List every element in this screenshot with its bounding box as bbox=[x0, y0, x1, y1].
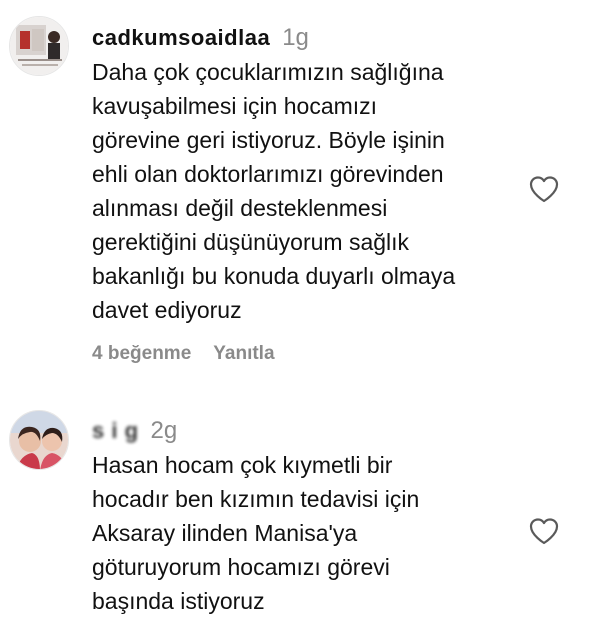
username[interactable]: cadkumsoaidlaa bbox=[92, 25, 270, 51]
heart-outline-icon bbox=[529, 176, 559, 203]
comment-line: bakanlığı bu konuda duyarlı olmaya bbox=[92, 263, 456, 289]
like-button[interactable] bbox=[528, 174, 560, 204]
comment-line: Aksaray ilinden Manisa'ya bbox=[92, 520, 358, 546]
comment-line: görevine geri istiyoruz. Böyle işinin bbox=[92, 127, 445, 153]
avatar[interactable] bbox=[9, 16, 69, 76]
comment-line: ehli olan doktorlarımızı görevinden bbox=[92, 161, 444, 187]
comment-line: Hasan hocam çok kıymetli bir bbox=[92, 452, 393, 478]
comment-line: alınması değil desteklenmesi bbox=[92, 195, 388, 221]
heart-outline-icon bbox=[529, 518, 559, 545]
likes-count-button[interactable]: 4 beğenme bbox=[92, 343, 191, 365]
comment-line: Daha çok çocuklarımızın sağlığına bbox=[92, 59, 444, 85]
comment-line: hocadır ben kızımın tedavisi için bbox=[92, 486, 420, 512]
timestamp[interactable]: 2g bbox=[151, 417, 178, 445]
comment-line: göturuyorum hocamızı görevi bbox=[92, 554, 390, 580]
comment-actions: 4 beğenme Yanıtla bbox=[92, 343, 275, 365]
username[interactable]: s i g bbox=[92, 418, 139, 444]
comment-line: davet ediyoruz bbox=[92, 297, 242, 323]
avatar[interactable] bbox=[9, 410, 69, 470]
comment-header: cadkumsoaidlaa 1g bbox=[92, 24, 309, 54]
comment-header: s i g 2g bbox=[92, 417, 177, 447]
comment-text: Hasan hocam çok kıymetli bir hocadır ben… bbox=[92, 448, 522, 618]
timestamp[interactable]: 1g bbox=[282, 24, 309, 52]
like-button[interactable] bbox=[528, 516, 560, 546]
comment-text: Daha çok çocuklarımızın sağlığına kavuşa… bbox=[92, 55, 522, 327]
comment-line: başında istiyoruz bbox=[92, 588, 265, 614]
comment-line: gerektiğini düşünüyorum sağlık bbox=[92, 229, 410, 255]
reply-button[interactable]: Yanıtla bbox=[213, 343, 274, 365]
comment-line: kavuşabilmesi için hocamızı bbox=[92, 93, 378, 119]
